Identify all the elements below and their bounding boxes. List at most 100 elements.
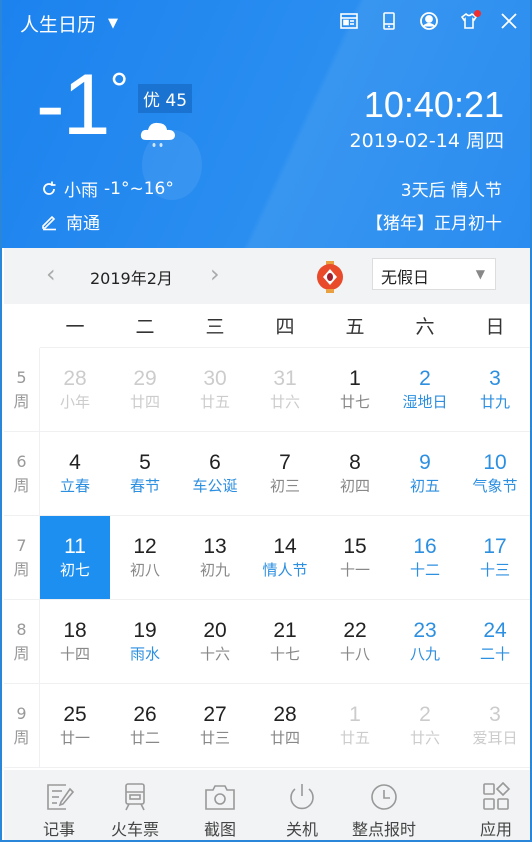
lunar-label: 十一	[339, 561, 370, 580]
day-number: 3	[489, 366, 501, 390]
toolbar-item-label: 应用	[479, 820, 512, 839]
day-cell[interactable]: 23 八九	[390, 600, 460, 683]
day-cell[interactable]: 1 廿七	[320, 348, 390, 431]
lunar-label: 十八	[339, 645, 370, 664]
day-cell[interactable]: 31 廿六	[250, 348, 320, 431]
current-month-label[interactable]: 2019年2月	[90, 265, 173, 289]
close-icon[interactable]	[498, 10, 520, 32]
day-cell[interactable]: 9 初五	[390, 432, 460, 515]
lunar-label: 廿六	[269, 393, 300, 412]
mobile-icon[interactable]	[378, 10, 400, 32]
day-number: 29	[133, 366, 157, 390]
week-number: 7周	[4, 516, 40, 599]
day-cell[interactable]: 18 十四	[40, 600, 110, 683]
day-cell[interactable]: 29 廿四	[110, 348, 180, 431]
day-cell[interactable]: 4 立春	[40, 432, 110, 515]
calendar-window: 人生日历 ▼ -1 ° 优 45 10:40:21 2019-02-14 周四 …	[0, 0, 532, 842]
day-cell[interactable]: 7 初三	[250, 432, 320, 515]
day-number: 23	[413, 618, 437, 642]
day-cell[interactable]: 26 廿二	[110, 684, 180, 767]
lunar-label: 廿五	[339, 729, 370, 748]
lunar-label: 情人节	[262, 561, 308, 580]
toolbar-item-camera[interactable]: 截图	[203, 778, 237, 840]
user-icon[interactable]	[418, 10, 440, 32]
day-number: 11	[64, 534, 86, 558]
day-cell[interactable]: 14 情人节	[250, 516, 320, 599]
day-number: 6	[209, 450, 221, 474]
lunar-label: 廿七	[339, 393, 370, 412]
weekday-header: 一 二 三 四 五 六 日	[40, 304, 530, 348]
day-cell[interactable]: 30 廿五	[180, 348, 250, 431]
day-cell[interactable]: 27 廿三	[180, 684, 250, 767]
week-number: 5周	[4, 348, 40, 431]
day-cell[interactable]: 16 十二	[390, 516, 460, 599]
lunar-label: 湿地日	[402, 393, 448, 412]
weekday-label: 二	[135, 316, 155, 338]
day-cell[interactable]: 28 小年	[40, 348, 110, 431]
lunar-label: 初八	[129, 561, 160, 580]
day-cell[interactable]: 22 十八	[320, 600, 390, 683]
day-cell[interactable]: 6 车公诞	[180, 432, 250, 515]
day-cell[interactable]: 8 初四	[320, 432, 390, 515]
upcoming-festival: 3天后 情人节	[400, 181, 502, 201]
lunar-label: 雨水	[129, 645, 160, 664]
lunar-label: 立春	[59, 477, 90, 496]
next-month-button[interactable]: ›	[210, 260, 220, 288]
holiday-select[interactable]: 无假日 ▼	[372, 258, 496, 290]
day-cell[interactable]: 17 十三	[460, 516, 530, 599]
day-cell[interactable]: 12 初八	[110, 516, 180, 599]
toolbar-item-train[interactable]: 火车票	[111, 778, 159, 840]
toolbar-item-label: 整点报时	[352, 820, 417, 839]
toolbar-item-label: 截图	[203, 820, 236, 839]
toolbar-item-clock[interactable]: 整点报时	[352, 778, 416, 840]
camera-icon	[203, 782, 237, 812]
day-cell[interactable]: 28 廿四	[250, 684, 320, 767]
day-cell[interactable]: 10 气象节	[460, 432, 530, 515]
skin-shirt-icon[interactable]	[458, 10, 481, 32]
day-number: 30	[203, 366, 227, 390]
day-cell[interactable]: 2 湿地日	[390, 348, 460, 431]
refresh-icon	[43, 181, 56, 195]
week-number: 6周	[4, 432, 40, 515]
day-cell[interactable]: 24 二十	[460, 600, 530, 683]
day-number: 5	[139, 450, 151, 474]
day-cell[interactable]: 5 春节	[110, 432, 180, 515]
weather-condition: 小雨	[64, 181, 98, 201]
week-number-value: 6	[16, 452, 27, 472]
lunar-label: 廿二	[129, 729, 160, 748]
day-cell[interactable]: 2 廿六	[390, 684, 460, 767]
week-number-value: 5	[16, 368, 27, 388]
day-cell[interactable]: 1 廿五	[320, 684, 390, 767]
day-number: 18	[63, 618, 87, 642]
location-line[interactable]: 南通	[40, 209, 100, 234]
air-quality-badge[interactable]: 优 45	[138, 84, 193, 113]
day-number: 1	[349, 702, 361, 726]
day-cell[interactable]: 3 爱耳日	[460, 684, 530, 767]
toolbar-item-power[interactable]: 关机	[285, 778, 319, 840]
day-cell[interactable]: 21 十七	[250, 600, 320, 683]
toolbar-item-note-edit[interactable]: 记事	[42, 778, 76, 840]
weekday-label: 六	[415, 316, 435, 338]
day-cell[interactable]: 11 初七	[40, 516, 110, 599]
day-cell[interactable]: 3 廿九	[460, 348, 530, 431]
day-cell[interactable]: 19 雨水	[110, 600, 180, 683]
prev-month-button[interactable]: ‹	[46, 260, 56, 288]
day-cell[interactable]: 20 十六	[180, 600, 250, 683]
day-cell[interactable]: 13 初九	[180, 516, 250, 599]
lunar-label: 初四	[339, 477, 370, 496]
location-name: 南通	[66, 214, 100, 234]
day-cell[interactable]: 15 十一	[320, 516, 390, 599]
day-number: 7	[279, 450, 291, 474]
day-number: 27	[203, 702, 227, 726]
day-number: 22	[343, 618, 367, 642]
lantern-icon[interactable]	[316, 260, 344, 294]
weekday-label: 五	[345, 316, 365, 338]
cloud-rain-icon	[140, 122, 175, 147]
toolbar-item-apps-grid[interactable]: 应用	[479, 778, 513, 840]
app-title-menu[interactable]: 人生日历 ▼	[20, 10, 118, 37]
day-cell[interactable]: 25 廿一	[40, 684, 110, 767]
lunar-label: 爱耳日	[472, 729, 518, 748]
news-icon[interactable]	[338, 10, 360, 32]
weather-summary[interactable]: 小雨 -1°~16°	[40, 176, 174, 201]
toolbar-item-label: 记事	[42, 820, 75, 839]
